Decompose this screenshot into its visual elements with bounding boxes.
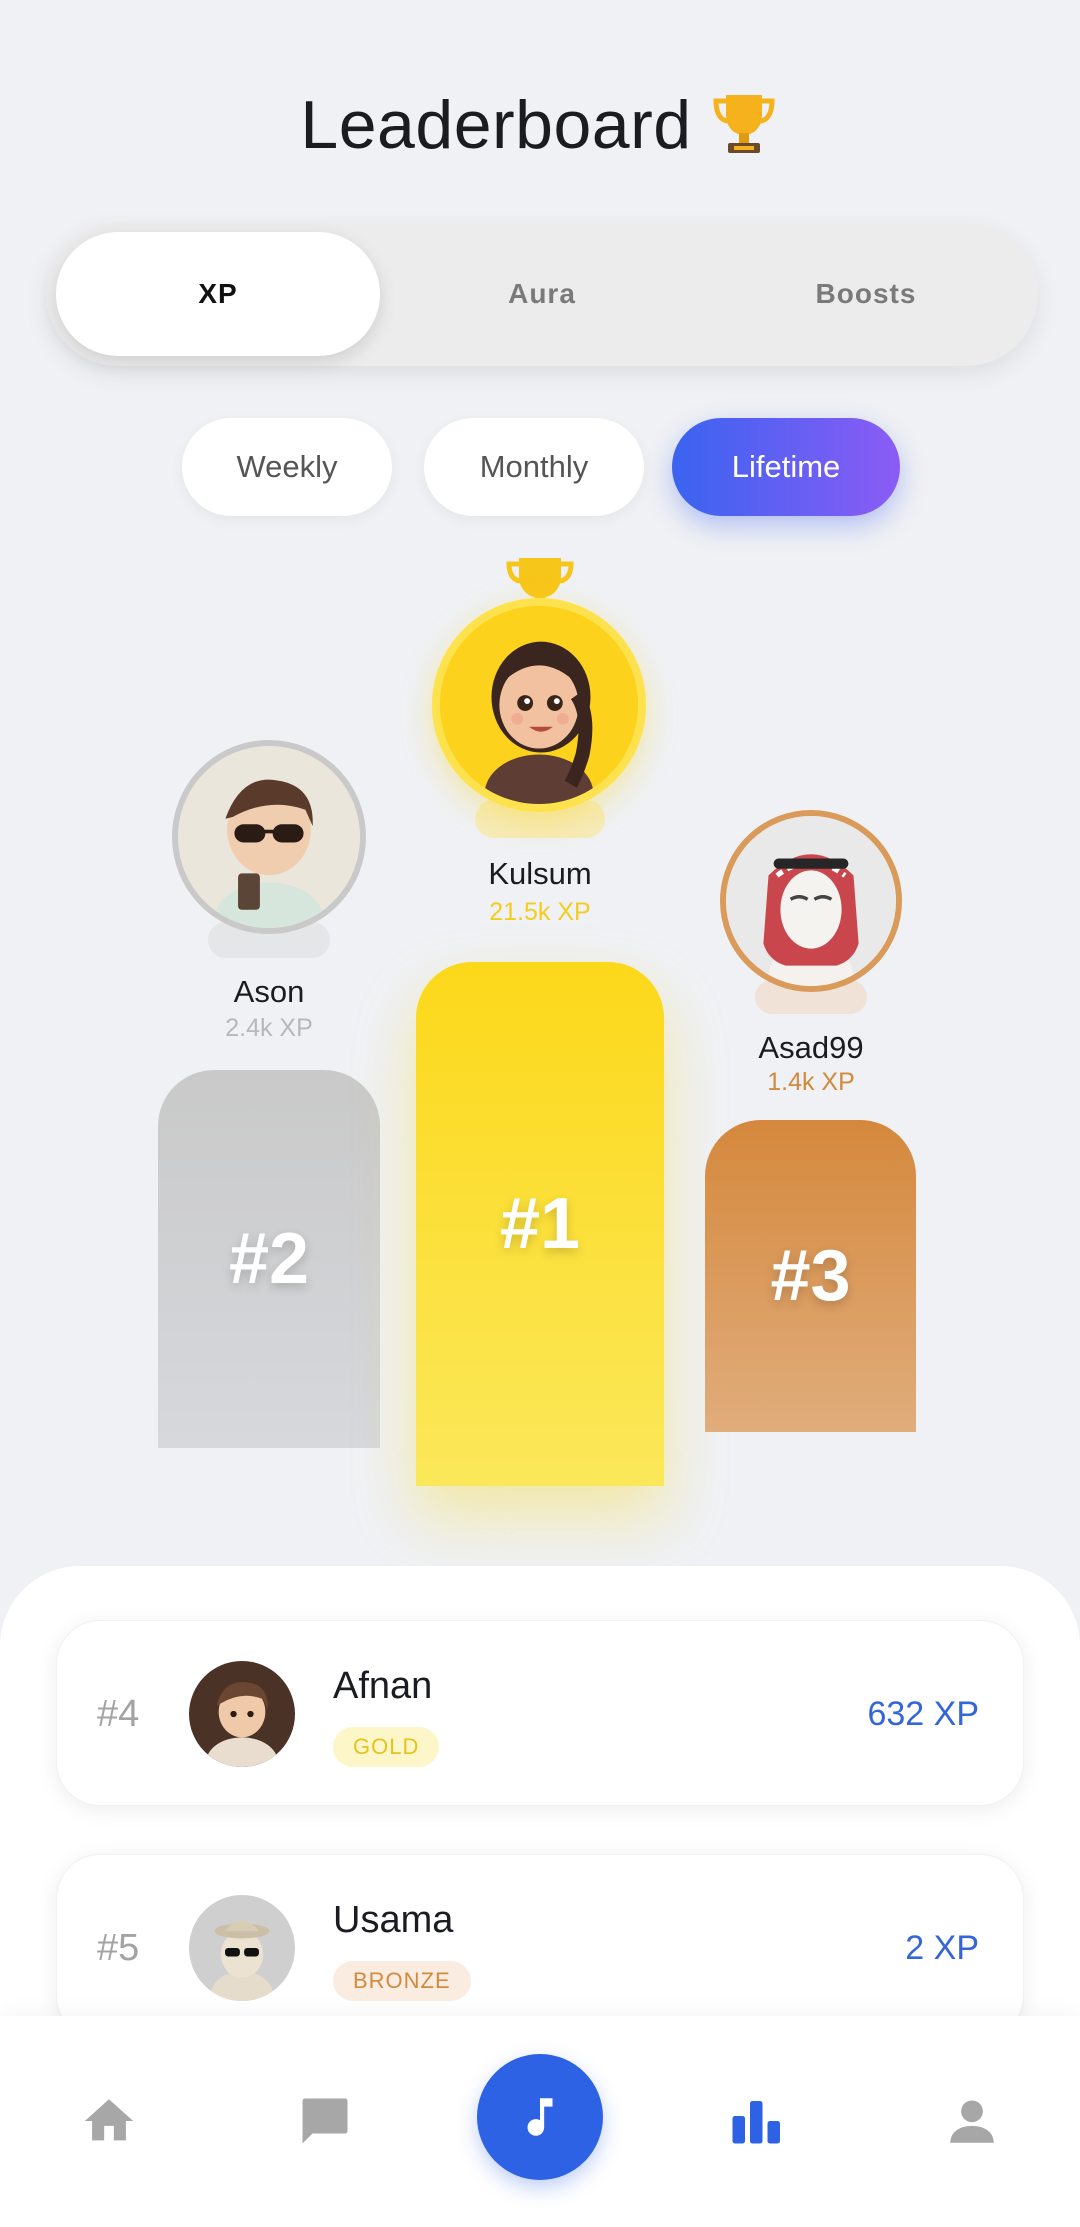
avatar-third-asad99[interactable] (720, 810, 902, 992)
category-tabs: XP Aura Boosts (46, 222, 1038, 366)
tab-boosts[interactable]: Boosts (704, 232, 1028, 356)
arab-avatar-icon (726, 816, 896, 986)
list-item-rank: #5 (97, 1926, 140, 1969)
list-item-xp: 2 XP (905, 1928, 979, 1967)
period-filter: Weekly Monthly Lifetime (0, 418, 1080, 518)
nav-home[interactable] (74, 2086, 144, 2156)
podium-block-third: #3 (705, 1120, 916, 1432)
podium-first-name: Kulsum (488, 856, 592, 891)
tier-badge-bronze: BRONZE (333, 1961, 471, 2001)
avatar-first-kulsum[interactable] (432, 598, 646, 812)
page-title: Leaderboard (300, 87, 692, 163)
chat-icon (302, 2098, 348, 2144)
list-item-xp: 632 XP (867, 1694, 979, 1733)
avatar (189, 1661, 295, 1767)
boy-avatar-icon (189, 1661, 295, 1767)
podium-second-xp: 2.4k XP (225, 1014, 313, 1042)
list-item-rank: #4 (97, 1692, 140, 1735)
nav-chat[interactable] (290, 2086, 360, 2156)
podium-block-second: #2 (158, 1070, 380, 1448)
list-item-name: Usama (333, 1899, 454, 1941)
podium-second-name: Ason (233, 974, 305, 1009)
hat-avatar-icon (189, 1895, 295, 2001)
podium-third-xp: 1.4k XP (767, 1068, 855, 1096)
period-lifetime-button[interactable]: Lifetime (672, 418, 900, 516)
header: Leaderboard (0, 80, 1080, 170)
nav-music-button[interactable] (477, 2054, 603, 2180)
trophy-emoji-icon (713, 95, 775, 153)
profile-icon (950, 2100, 994, 2143)
tier-badge-gold: GOLD (333, 1727, 440, 1767)
period-weekly-button[interactable]: Weekly (182, 418, 392, 516)
list-item[interactable]: #5 Usama BRONZE 2 XP (56, 1854, 1024, 2040)
podium-first-xp: 21.5k XP (489, 898, 591, 926)
nav-leaderboard[interactable] (720, 2086, 790, 2156)
podium-block-first: #1 (416, 962, 664, 1486)
podium-third-name: Asad99 (758, 1030, 864, 1065)
nav-profile[interactable] (937, 2086, 1007, 2156)
avatar-second-ason[interactable] (172, 740, 366, 934)
girl-avatar-icon (440, 606, 638, 804)
list-item-name: Afnan (333, 1665, 433, 1707)
home-icon (84, 2099, 134, 2141)
avatar (189, 1895, 295, 2001)
tab-xp[interactable]: XP (56, 232, 380, 356)
boy-avatar-icon (178, 746, 360, 928)
tab-aura[interactable]: Aura (380, 232, 704, 356)
bar-chart-icon (732, 2101, 780, 2144)
list-item[interactable]: #4 Afnan GOLD 632 XP (56, 1620, 1024, 1806)
music-note-icon (527, 2098, 553, 2136)
period-monthly-button[interactable]: Monthly (424, 418, 644, 516)
bottom-nav (0, 2016, 1080, 2227)
